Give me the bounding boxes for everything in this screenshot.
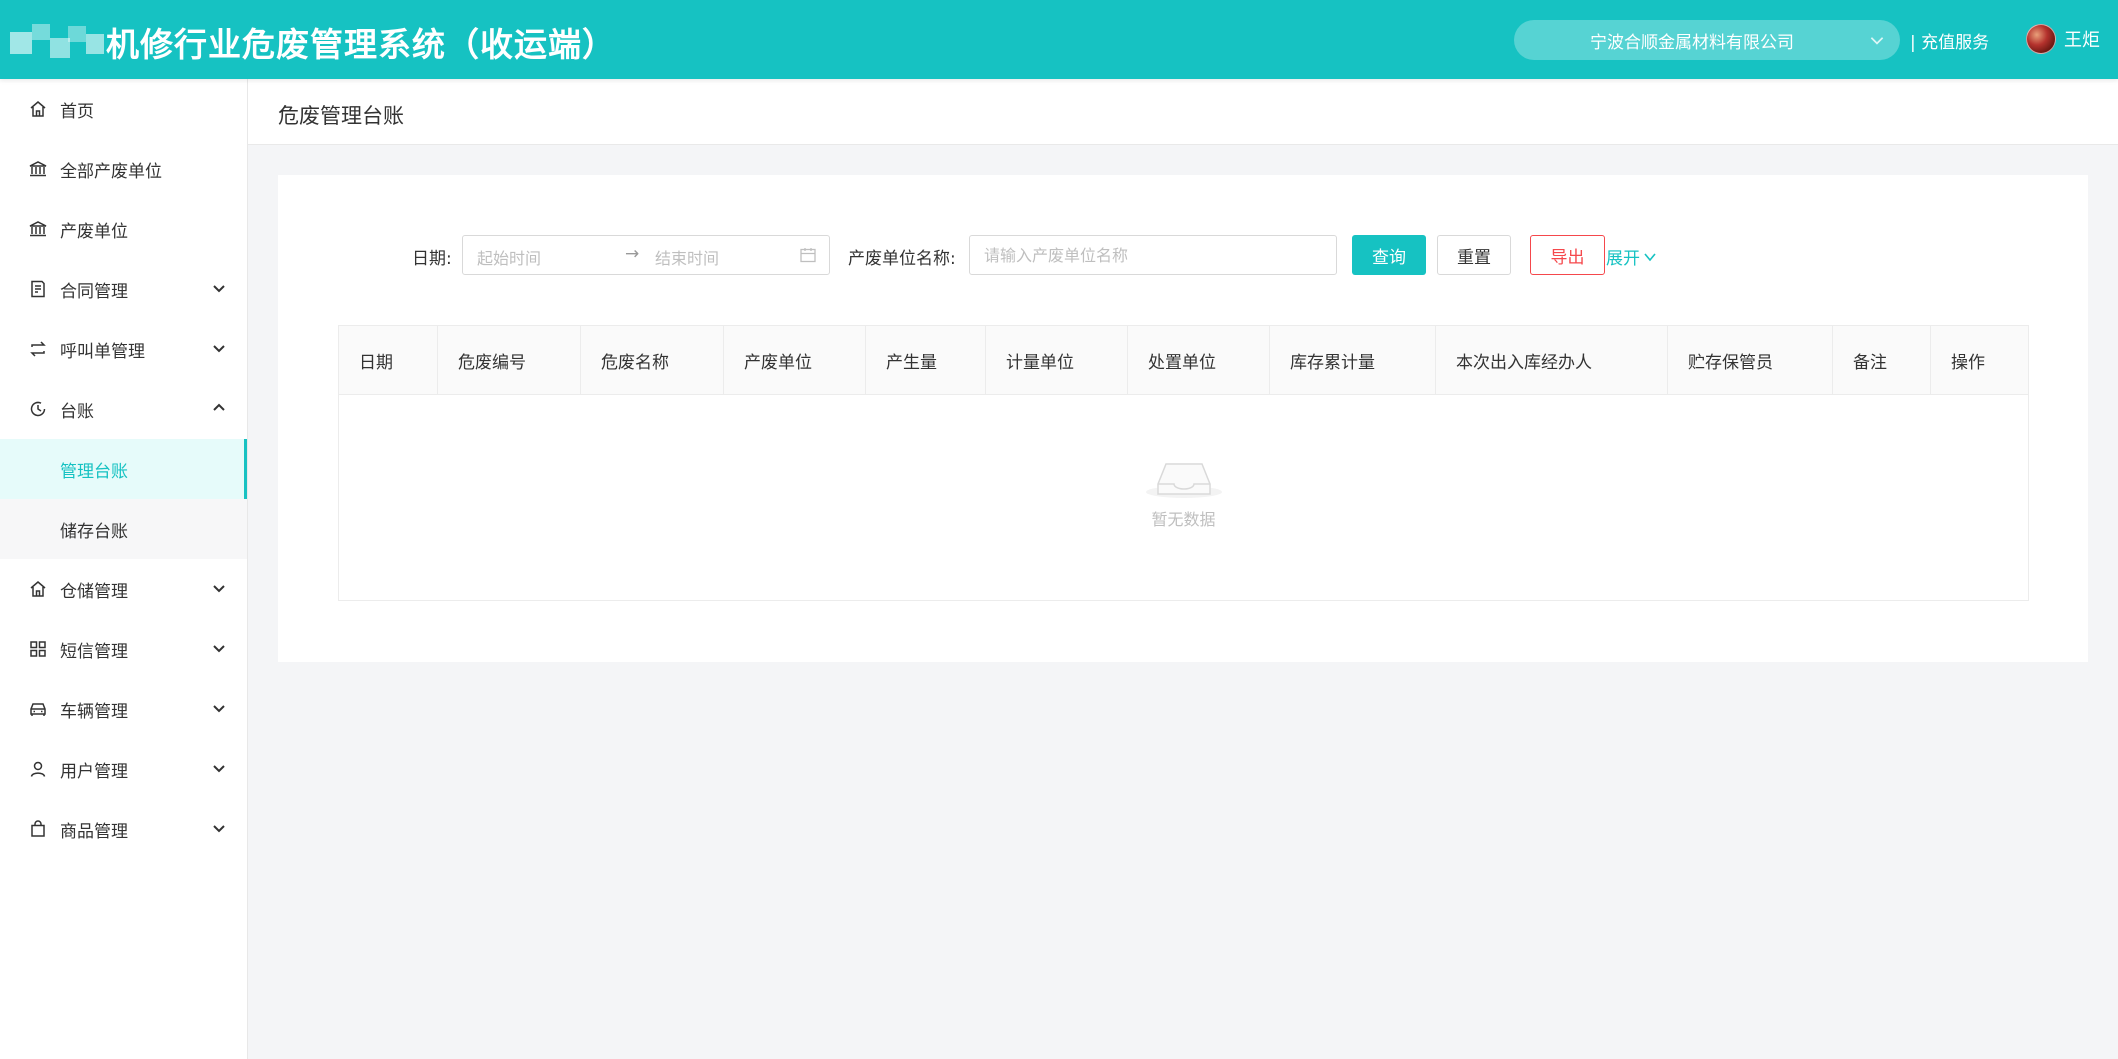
sidebar-item-storage-ledger[interactable]: 储存台账 bbox=[0, 499, 247, 559]
sidebar-item-users[interactable]: 用户管理 bbox=[0, 739, 247, 799]
top-header: 机修行业危废管理系统（收运端） 宁波合顺金属材料有限公司 | 充值服务 王炬 bbox=[0, 0, 2118, 79]
column-header: 处置单位 bbox=[1128, 326, 1270, 394]
contract-icon bbox=[31, 280, 45, 298]
clock-icon bbox=[30, 401, 46, 417]
username: 王炬 bbox=[2064, 30, 2100, 51]
export-button[interactable]: 导出 bbox=[1530, 235, 1605, 275]
sidebar-item-products[interactable]: 商品管理 bbox=[0, 799, 247, 859]
home-icon bbox=[30, 101, 46, 117]
sidebar-item-label: 台账 bbox=[60, 401, 94, 422]
avatar bbox=[2026, 24, 2056, 54]
chevron-down-icon bbox=[1644, 252, 1656, 261]
sidebar-item-label: 仓储管理 bbox=[60, 581, 128, 602]
chevron-down-icon bbox=[213, 645, 225, 653]
sidebar: 首页 全部产废单位 产废单位 合同管理 呼叫单管理 台账 管理台账 储存台账 仓… bbox=[0, 79, 248, 1059]
column-header: 危废编号 bbox=[438, 326, 581, 394]
column-header: 日期 bbox=[339, 326, 438, 394]
app-title: 机修行业危废管理系统（收运端） bbox=[106, 25, 616, 64]
empty-text: 暂无数据 bbox=[1151, 510, 1216, 529]
chevron-down-icon bbox=[213, 585, 225, 593]
column-header: 产废单位 bbox=[724, 326, 866, 394]
column-header: 本次出入库经办人 bbox=[1436, 326, 1668, 394]
sidebar-item-call-orders[interactable]: 呼叫单管理 bbox=[0, 319, 247, 379]
column-header: 操作 bbox=[1951, 352, 1985, 373]
column-header: 产生量 bbox=[866, 326, 986, 394]
range-separator: → bbox=[625, 244, 640, 264]
sidebar-item-label: 产废单位 bbox=[60, 221, 128, 242]
sidebar-item-management-ledger[interactable]: 管理台账 bbox=[0, 439, 247, 499]
sidebar-item-label: 首页 bbox=[60, 101, 94, 122]
sidebar-item-contracts[interactable]: 合同管理 bbox=[0, 259, 247, 319]
page-header: 危废管理台账 bbox=[248, 79, 2118, 145]
empty-inbox-icon bbox=[1145, 463, 1222, 498]
column-header: 备注 bbox=[1833, 326, 1931, 394]
car-icon bbox=[30, 703, 46, 716]
sidebar-item-label: 车辆管理 bbox=[60, 701, 128, 722]
user-icon bbox=[30, 761, 46, 777]
chevron-down-icon bbox=[213, 345, 225, 353]
empty-state: 暂无数据 bbox=[339, 444, 2028, 530]
end-date-input[interactable]: 结束时间 bbox=[655, 245, 719, 269]
bank-icon bbox=[29, 221, 47, 237]
chevron-up-icon bbox=[213, 403, 225, 411]
bank-icon bbox=[29, 161, 47, 177]
unit-name-input[interactable] bbox=[969, 235, 1337, 275]
date-range-picker[interactable]: 起始时间 → 结束时间 bbox=[462, 235, 830, 275]
expand-label: 展开 bbox=[1606, 249, 1640, 269]
recharge-link[interactable]: | 充值服务 bbox=[1910, 28, 1989, 53]
chevron-down-icon bbox=[213, 285, 225, 293]
sidebar-item-producers[interactable]: 产废单位 bbox=[0, 199, 247, 259]
sidebar-item-label: 合同管理 bbox=[60, 281, 128, 302]
date-label: 日期: bbox=[412, 249, 452, 269]
query-button[interactable]: 查询 bbox=[1352, 235, 1426, 275]
swap-icon bbox=[30, 341, 46, 357]
expand-toggle[interactable]: 展开 bbox=[1606, 244, 1658, 269]
sidebar-item-label: 管理台账 bbox=[60, 461, 128, 482]
chevron-down-icon bbox=[213, 705, 225, 713]
chevron-down-icon bbox=[1870, 37, 1884, 45]
sidebar-item-label: 储存台账 bbox=[60, 521, 128, 542]
warehouse-icon bbox=[30, 581, 46, 597]
column-header: 贮存保管员 bbox=[1668, 326, 1833, 394]
page-title: 危废管理台账 bbox=[278, 104, 404, 128]
sidebar-item-label: 呼叫单管理 bbox=[60, 341, 145, 362]
company-select[interactable]: 宁波合顺金属材料有限公司 bbox=[1514, 20, 1900, 60]
reset-button[interactable]: 重置 bbox=[1437, 235, 1511, 275]
chevron-down-icon bbox=[213, 825, 225, 833]
sidebar-item-label: 短信管理 bbox=[60, 641, 128, 662]
sidebar-item-label: 商品管理 bbox=[60, 821, 128, 842]
table-header: 日期 危废编号 危废名称 产废单位 产生量 计量单位 处置单位 库存累计量 本次… bbox=[339, 326, 2028, 395]
start-date-input[interactable]: 起始时间 bbox=[477, 245, 541, 269]
sidebar-item-ledger[interactable]: 台账 bbox=[0, 379, 247, 439]
sidebar-item-label: 用户管理 bbox=[60, 761, 128, 782]
company-select-value: 宁波合顺金属材料有限公司 bbox=[1590, 32, 1794, 53]
column-header: 危废名称 bbox=[581, 326, 724, 394]
ledger-table: 日期 危废编号 危废名称 产废单位 产生量 计量单位 处置单位 库存累计量 本次… bbox=[338, 325, 2029, 601]
sidebar-item-vehicles[interactable]: 车辆管理 bbox=[0, 679, 247, 739]
column-header: 计量单位 bbox=[986, 326, 1128, 394]
sidebar-item-label: 全部产废单位 bbox=[60, 161, 162, 182]
column-header: 库存累计量 bbox=[1270, 326, 1436, 394]
logo-image bbox=[10, 24, 106, 60]
sidebar-item-all-producers[interactable]: 全部产废单位 bbox=[0, 139, 247, 199]
sidebar-item-sms[interactable]: 短信管理 bbox=[0, 619, 247, 679]
chevron-down-icon bbox=[213, 765, 225, 773]
calendar-icon bbox=[800, 248, 816, 263]
sidebar-item-home[interactable]: 首页 bbox=[0, 79, 247, 139]
user-menu[interactable]: 王炬 bbox=[2026, 24, 2100, 54]
sidebar-item-warehouse[interactable]: 仓储管理 bbox=[0, 559, 247, 619]
unit-name-label: 产废单位名称: bbox=[848, 249, 956, 269]
grid-icon bbox=[30, 641, 46, 657]
shopping-bag-icon bbox=[31, 820, 45, 837]
